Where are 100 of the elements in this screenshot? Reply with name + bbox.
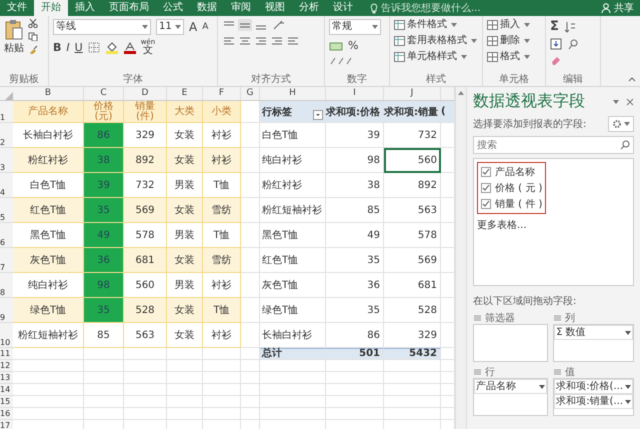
grow-font-button[interactable]: A <box>189 20 198 34</box>
ribbon-tab[interactable]: 分析 <box>292 0 326 16</box>
ribbon-tab[interactable]: 设计 <box>326 0 360 16</box>
field-label[interactable]: 产品名称 <box>495 165 535 179</box>
empty-cell <box>124 348 167 360</box>
cells-button[interactable]: 删除 <box>487 35 541 47</box>
table-cell: 男装 <box>167 223 203 248</box>
close-icon[interactable] <box>626 98 634 106</box>
table-cell: 49 <box>84 223 124 248</box>
ribbon-tab[interactable]: 审阅 <box>224 0 258 16</box>
border-icon[interactable] <box>88 42 100 53</box>
font-size-field[interactable]: 11 <box>156 19 184 35</box>
pivot-header-cell: 求和项:销量 <box>384 101 441 123</box>
drop-area[interactable]: 求和项:价格(... 求和项:销量(... <box>553 378 634 416</box>
area-field[interactable]: 求和项:销量(... <box>554 394 633 409</box>
underline-button[interactable]: U <box>74 41 83 54</box>
pivot-cell: 粉红衬衫 <box>260 173 326 198</box>
table-cell: T恤 <box>203 173 241 198</box>
ribbon-tab[interactable]: 数据 <box>190 0 224 16</box>
font-name-field[interactable]: 等线 <box>53 19 151 35</box>
filter-dropdown-icon[interactable] <box>313 110 323 120</box>
empty-cell <box>326 384 384 396</box>
column-header[interactable]: G <box>241 87 260 100</box>
scroll-up-icon[interactable] <box>457 90 465 96</box>
brush-icon[interactable] <box>28 45 38 54</box>
row-number: 13 <box>0 372 13 384</box>
group-label: 字体 <box>122 72 144 86</box>
checkbox[interactable] <box>481 199 491 209</box>
ribbon-tab[interactable]: 页面布局 <box>102 0 156 16</box>
autosum-button[interactable]: Σ <box>550 19 559 34</box>
column-header[interactable]: I <box>326 87 384 100</box>
table-cell: 578 <box>124 223 167 248</box>
column-header[interactable]: B <box>13 87 84 100</box>
font-color-icon[interactable] <box>124 42 136 54</box>
column-header-cell: 产品名称 <box>13 101 84 123</box>
empty-cell <box>326 396 384 408</box>
style-button[interactable]: 单元格样式 <box>394 51 478 63</box>
more-tables-link[interactable]: 更多表格... <box>477 218 527 232</box>
paste-button[interactable]: 粘贴 <box>4 19 24 72</box>
table-cell: 528 <box>124 298 167 323</box>
area-field[interactable]: 求和项:价格(... <box>554 379 633 394</box>
row-number: 3 <box>0 148 13 173</box>
area-icon <box>473 368 482 376</box>
checkbox[interactable] <box>481 167 491 177</box>
table-cell: 女装 <box>167 248 203 273</box>
currency-icon[interactable] <box>329 40 343 50</box>
table-cell: 98 <box>84 273 124 298</box>
copy-icon[interactable] <box>28 32 38 41</box>
ribbon-tab[interactable]: 文件 <box>0 0 34 16</box>
field-label[interactable]: 价格 ( 元 ) <box>495 181 542 195</box>
ribbon-tab[interactable]: 插入 <box>68 0 102 16</box>
italic-button[interactable]: I <box>66 41 70 54</box>
column-header[interactable]: D <box>124 87 167 100</box>
table-cell: 892 <box>124 148 167 173</box>
row-number: 14 <box>0 384 13 396</box>
percent-button[interactable]: % <box>348 39 358 52</box>
dropdown-icon[interactable] <box>612 98 620 104</box>
search-field[interactable]: 搜索 <box>473 136 634 154</box>
number-format-field[interactable]: 常规 <box>329 19 381 35</box>
share-button[interactable]: 共享 <box>595 1 640 15</box>
vertical-scrollbar[interactable] <box>455 87 467 429</box>
collapse-ribbon-icon[interactable] <box>628 76 636 82</box>
column-header[interactable]: E <box>167 87 203 100</box>
caret-icon <box>372 25 378 29</box>
table-cell: 长袖白衬衫 <box>13 123 84 148</box>
style-button[interactable]: 条件格式 <box>394 19 478 31</box>
pivot-header-cell: 求和项:价格 <box>326 101 384 123</box>
column-header[interactable]: H <box>260 87 326 100</box>
column-header[interactable]: F <box>203 87 241 100</box>
column-header[interactable]: J <box>384 87 441 100</box>
row-number: 1 <box>0 101 13 123</box>
ribbon-tab[interactable]: 公式 <box>156 0 190 16</box>
ribbon-tab[interactable]: 视图 <box>258 0 292 16</box>
tell-me-field[interactable]: 告诉我您想要做什么... <box>381 2 521 14</box>
caret-icon <box>451 23 457 27</box>
fill-color-icon[interactable] <box>104 42 119 54</box>
shrink-font-button[interactable]: A <box>202 22 208 32</box>
field-label[interactable]: 销量 ( 件 ) <box>495 197 542 211</box>
empty-cell <box>241 396 260 408</box>
checkbox[interactable] <box>481 183 491 193</box>
pivot-cell: 纯白衬衫 <box>260 148 326 173</box>
empty-cell <box>167 372 203 384</box>
empty-cell <box>203 384 241 396</box>
scissors-icon[interactable] <box>28 19 38 28</box>
cells-button[interactable]: 格式 <box>487 51 541 63</box>
search-icon[interactable] <box>567 38 579 50</box>
column-header[interactable]: C <box>84 87 124 100</box>
empty-cell <box>326 360 384 372</box>
fill-down-icon[interactable] <box>550 38 562 50</box>
ribbon-tab[interactable]: 开始 <box>34 0 68 16</box>
style-button[interactable]: 套用表格格式 <box>394 35 478 47</box>
bold-button[interactable]: B <box>53 41 62 54</box>
drop-area[interactable]: 产品名称 <box>473 378 548 416</box>
area-field[interactable]: 产品名称 <box>474 379 548 394</box>
drop-area[interactable]: Σ 数值 <box>553 324 634 362</box>
settings-button[interactable] <box>608 116 634 132</box>
area-field[interactable]: Σ 数值 <box>554 325 633 340</box>
cells-button[interactable]: 插入 <box>487 19 541 31</box>
sort-icon[interactable] <box>564 20 576 32</box>
pivot-cell: 白色T恤 <box>260 123 326 148</box>
